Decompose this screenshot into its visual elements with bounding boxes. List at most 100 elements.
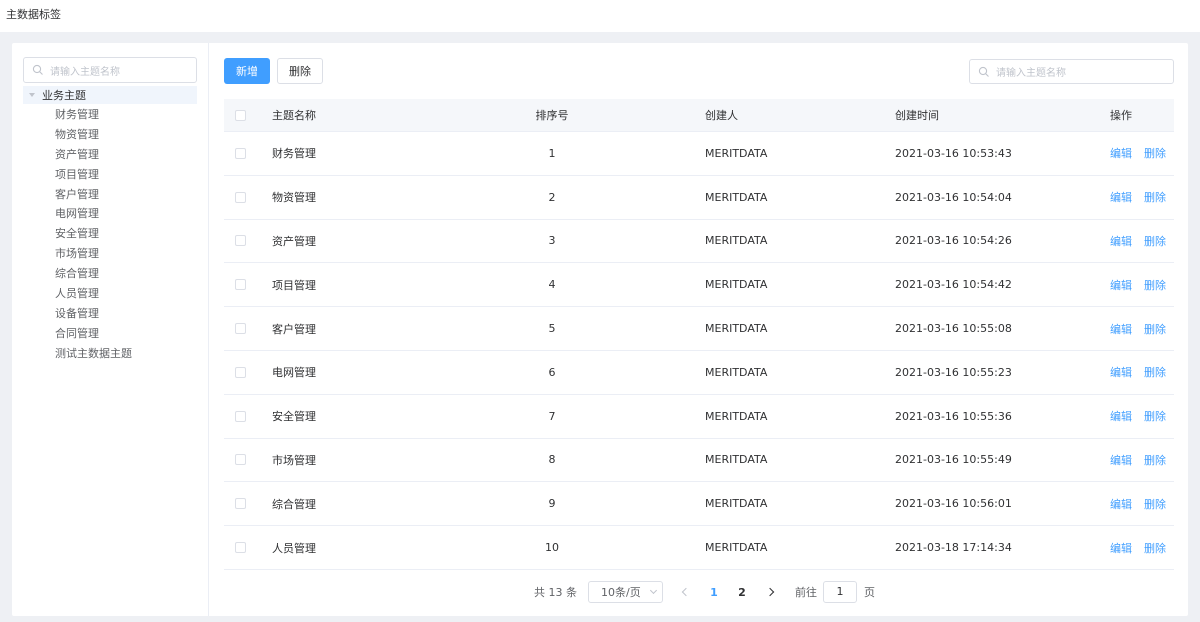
table-row: 资产管理 3 MERITDATA 2021-03-16 10:54:26 编辑 删除 bbox=[224, 220, 1174, 264]
table-header: 主题名称 排序号 创建人 创建时间 操作 bbox=[224, 99, 1174, 132]
cell-ops: 编辑 删除 bbox=[1052, 408, 1174, 424]
cell-time: 2021-03-16 10:54:26 bbox=[895, 234, 1012, 248]
cell-order: 10 bbox=[545, 541, 559, 555]
row-checkbox[interactable] bbox=[234, 366, 246, 378]
cell-creator: MERITDATA bbox=[705, 365, 768, 379]
delete-link[interactable]: 删除 bbox=[1144, 496, 1166, 512]
cell-time: 2021-03-16 10:55:23 bbox=[895, 365, 1012, 379]
prev-page-button[interactable] bbox=[681, 587, 691, 597]
tree-item[interactable]: 资产管理 bbox=[55, 145, 132, 165]
table-body: 财务管理 1 MERITDATA 2021-03-16 10:53:43 编辑 删除 物资管… bbox=[224, 132, 1174, 570]
cell-order: 6 bbox=[548, 365, 556, 379]
edit-link[interactable]: 编辑 bbox=[1110, 321, 1132, 337]
caret-down-icon[interactable] bbox=[29, 93, 35, 97]
cell-name: 市场管理 bbox=[272, 453, 316, 467]
table-search-placeholder: 请输入主题名称 bbox=[996, 68, 1066, 79]
cell-name: 人员管理 bbox=[272, 541, 316, 555]
tree-item[interactable]: 项目管理 bbox=[55, 165, 132, 185]
row-checkbox-cell bbox=[224, 147, 272, 159]
add-button[interactable]: 新增 bbox=[224, 58, 270, 84]
tree-children: 财务管理 物资管理 资产管理 项目管理 客户管理 电网管理 安全管理 市场管理 综合管理 人员管理… bbox=[55, 105, 132, 364]
row-checkbox[interactable] bbox=[234, 454, 246, 466]
tree-search-input[interactable]: 请输入主题名称 bbox=[23, 57, 197, 83]
row-checkbox[interactable] bbox=[234, 323, 246, 335]
cell-creator: MERITDATA bbox=[705, 409, 768, 423]
delete-link[interactable]: 删除 bbox=[1144, 540, 1166, 556]
cell-creator: MERITDATA bbox=[705, 190, 768, 204]
cell-ops: 编辑 删除 bbox=[1052, 233, 1174, 249]
cell-order: 2 bbox=[548, 190, 556, 204]
page-size-value: 10条/页 bbox=[601, 586, 641, 599]
next-page-button[interactable] bbox=[765, 587, 775, 597]
table-row: 项目管理 4 MERITDATA 2021-03-16 10:54:42 编辑 删除 bbox=[224, 263, 1174, 308]
row-checkbox-cell bbox=[224, 454, 272, 466]
cell-ops: 编辑 删除 bbox=[1052, 145, 1174, 161]
tree-item[interactable]: 物资管理 bbox=[55, 125, 132, 145]
tree-item[interactable]: 测试主数据主题 bbox=[55, 344, 132, 364]
page-size-select[interactable]: 10条/页 bbox=[588, 581, 663, 603]
row-checkbox[interactable] bbox=[234, 191, 246, 203]
page-number-2[interactable]: 2 bbox=[737, 586, 747, 599]
table-row: 市场管理 8 MERITDATA 2021-03-16 10:55:49 编辑 删除 bbox=[224, 439, 1174, 483]
cell-creator: MERITDATA bbox=[705, 278, 768, 292]
row-checkbox[interactable] bbox=[234, 147, 246, 159]
goto-page-input[interactable]: 1 bbox=[823, 581, 857, 603]
delete-link[interactable]: 删除 bbox=[1144, 408, 1166, 424]
cell-ops: 编辑 删除 bbox=[1052, 364, 1174, 380]
tree-item[interactable]: 市场管理 bbox=[55, 244, 132, 264]
tree-item[interactable]: 综合管理 bbox=[55, 264, 132, 284]
cell-name: 财务管理 bbox=[272, 147, 316, 161]
tree-item[interactable]: 财务管理 bbox=[55, 105, 132, 125]
tree-item[interactable]: 设备管理 bbox=[55, 304, 132, 324]
cell-time: 2021-03-16 10:56:01 bbox=[895, 497, 1012, 511]
cell-name: 电网管理 bbox=[272, 366, 316, 380]
main-card: 请输入主题名称 业务主题 财务管理 物资管理 资产管理 项目管理 客户管理 电网管理 安全管… bbox=[12, 43, 1188, 616]
row-checkbox-cell bbox=[224, 366, 272, 378]
chevron-left-icon bbox=[681, 587, 691, 597]
edit-link[interactable]: 编辑 bbox=[1110, 452, 1132, 468]
delete-link[interactable]: 删除 bbox=[1144, 321, 1166, 337]
delete-link[interactable]: 删除 bbox=[1144, 189, 1166, 205]
page-number-1[interactable]: 1 bbox=[709, 586, 719, 599]
edit-link[interactable]: 编辑 bbox=[1110, 145, 1132, 161]
delete-link[interactable]: 删除 bbox=[1144, 364, 1166, 380]
tree-item[interactable]: 客户管理 bbox=[55, 185, 132, 205]
table-search-input[interactable]: 请输入主题名称 bbox=[969, 59, 1174, 84]
delete-link[interactable]: 删除 bbox=[1144, 452, 1166, 468]
tree-node-business-subject[interactable]: 业务主题 bbox=[23, 86, 197, 104]
cell-name: 物资管理 bbox=[272, 191, 316, 205]
delete-link[interactable]: 删除 bbox=[1144, 277, 1166, 293]
cell-order: 9 bbox=[548, 497, 556, 511]
edit-link[interactable]: 编辑 bbox=[1110, 540, 1132, 556]
tree-item[interactable]: 电网管理 bbox=[55, 204, 132, 224]
cell-creator: MERITDATA bbox=[705, 234, 768, 248]
edit-link[interactable]: 编辑 bbox=[1110, 364, 1132, 380]
row-checkbox[interactable] bbox=[234, 410, 246, 422]
tree-item[interactable]: 人员管理 bbox=[55, 284, 132, 304]
cell-time: 2021-03-16 10:55:49 bbox=[895, 453, 1012, 467]
delete-link[interactable]: 删除 bbox=[1144, 233, 1166, 249]
row-checkbox[interactable] bbox=[234, 498, 246, 510]
cell-time: 2021-03-18 17:14:34 bbox=[895, 541, 1012, 555]
row-checkbox-cell bbox=[224, 410, 272, 422]
tree-item[interactable]: 安全管理 bbox=[55, 224, 132, 244]
row-checkbox-cell bbox=[224, 279, 272, 291]
subject-tree-panel: 请输入主题名称 业务主题 财务管理 物资管理 资产管理 项目管理 客户管理 电网管理 安全管… bbox=[12, 43, 209, 616]
delete-link[interactable]: 删除 bbox=[1144, 145, 1166, 161]
edit-link[interactable]: 编辑 bbox=[1110, 408, 1132, 424]
tree-item[interactable]: 合同管理 bbox=[55, 324, 132, 344]
edit-link[interactable]: 编辑 bbox=[1110, 277, 1132, 293]
search-icon bbox=[32, 64, 43, 75]
edit-link[interactable]: 编辑 bbox=[1110, 233, 1132, 249]
cell-creator: MERITDATA bbox=[705, 497, 768, 511]
header-order: 排序号 bbox=[535, 109, 569, 122]
cell-ops: 编辑 删除 bbox=[1052, 321, 1174, 337]
select-all-checkbox[interactable] bbox=[234, 109, 246, 121]
row-checkbox[interactable] bbox=[234, 235, 246, 247]
delete-button[interactable]: 删除 bbox=[277, 58, 323, 84]
row-checkbox[interactable] bbox=[234, 279, 246, 291]
row-checkbox[interactable] bbox=[234, 542, 246, 554]
edit-link[interactable]: 编辑 bbox=[1110, 189, 1132, 205]
edit-link[interactable]: 编辑 bbox=[1110, 496, 1132, 512]
row-checkbox-cell bbox=[224, 235, 272, 247]
